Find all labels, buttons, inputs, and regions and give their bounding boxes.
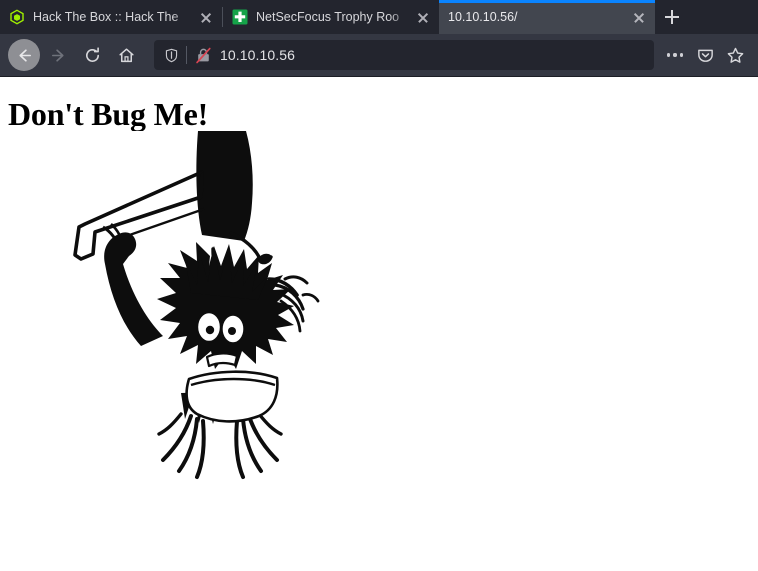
tab-netsecfocus[interactable]: NetSecFocus Trophy Roo [223,0,439,34]
close-icon[interactable] [196,7,216,27]
home-icon [117,46,136,65]
page-content: Don't Bug Me! [0,77,758,571]
new-tab-button[interactable] [655,0,689,34]
navigation-toolbar: 10.10.10.56 [0,34,758,77]
pocket-button[interactable] [690,39,720,71]
tab-label: NetSecFocus Trophy Roo [256,10,400,24]
pocket-icon [696,46,715,65]
ellipsis-icon [666,53,684,57]
back-arrow-icon [15,46,34,65]
forward-arrow-icon [49,46,68,65]
tab-label: 10.10.10.56/ [448,10,518,24]
home-button[interactable] [110,39,142,71]
reload-icon [83,46,102,65]
hackthebox-cube-icon [9,9,25,25]
star-icon [726,46,745,65]
page-title: Don't Bug Me! [8,96,209,132]
broken-padlock-insecure-icon[interactable] [193,45,213,65]
close-icon[interactable] [629,7,649,27]
page-actions-button[interactable] [660,39,690,71]
netsecfocus-cross-icon [232,9,248,25]
tracking-protection-shield-icon[interactable] [160,44,182,66]
browser-window: Hack The Box :: Hack The NetSecFocus Tro… [0,0,758,571]
toolbar-actions [660,39,750,71]
tab-active-10-10-10-56[interactable]: 10.10.10.56/ [439,0,655,34]
close-icon[interactable] [413,7,433,27]
back-button[interactable] [8,39,40,71]
forward-button[interactable] [42,39,74,71]
tab-strip: Hack The Box :: Hack The NetSecFocus Tro… [0,0,758,34]
url-bar[interactable]: 10.10.10.56 [154,40,654,70]
tab-hack-the-box[interactable]: Hack The Box :: Hack The [0,0,222,34]
bug-with-hammer-image [63,131,353,488]
tab-label: Hack The Box :: Hack The [33,10,179,24]
urlbar-divider [186,46,187,64]
reload-button[interactable] [76,39,108,71]
bookmark-button[interactable] [720,39,750,71]
url-input[interactable]: 10.10.10.56 [220,47,646,63]
